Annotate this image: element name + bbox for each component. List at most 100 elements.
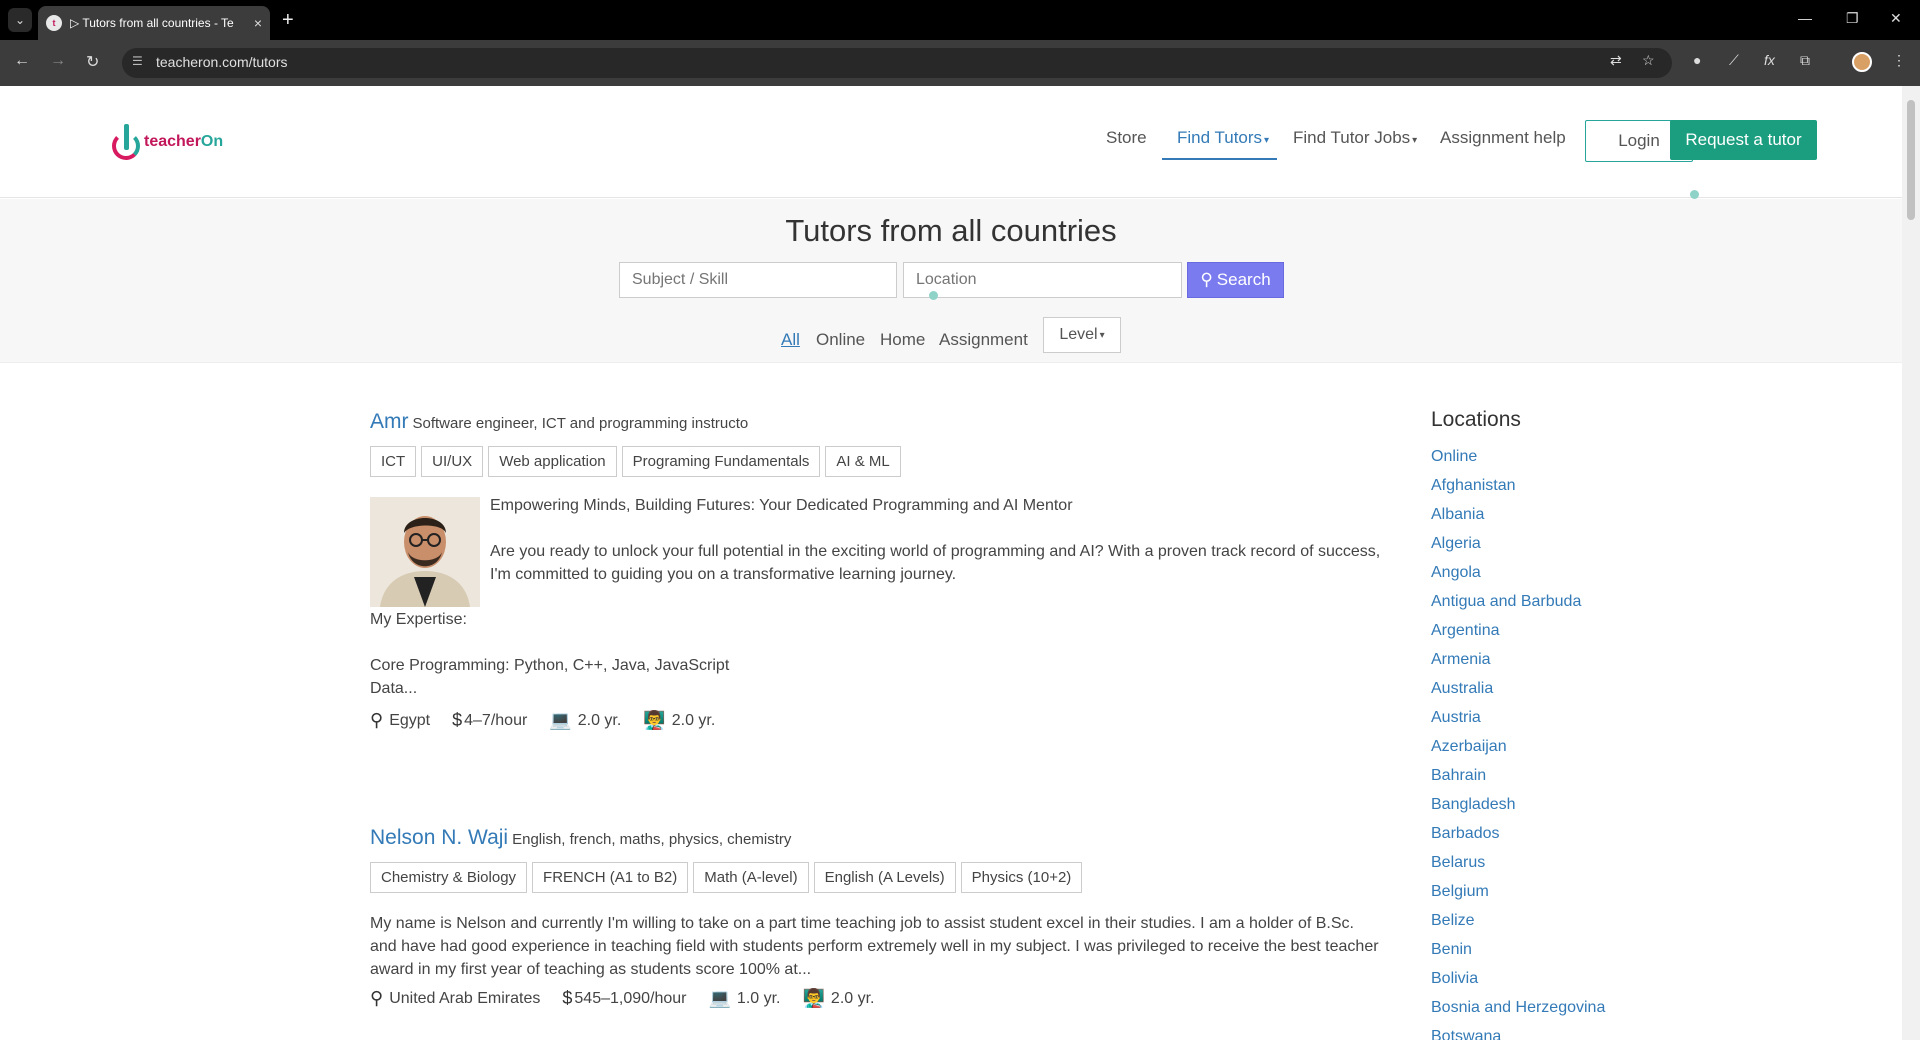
location-link[interactable]: Afghanistan [1431, 471, 1731, 500]
site-info-icon[interactable]: ☰ [132, 54, 143, 68]
filter-online[interactable]: Online [816, 330, 865, 350]
location-link[interactable]: Belgium [1431, 877, 1731, 906]
close-window-icon[interactable]: ✕ [1890, 10, 1902, 27]
tutor-headline: Software engineer, ICT and programming i… [412, 415, 749, 432]
menu-kebab-icon[interactable]: ⋮ [1892, 52, 1906, 69]
back-icon[interactable]: ← [14, 52, 30, 70]
location-link[interactable]: Angola [1431, 558, 1731, 587]
level-dropdown[interactable]: Level ▾ [1043, 317, 1121, 353]
teacher-board-icon: 👨‍🏫 [802, 988, 825, 1008]
location-link[interactable]: Algeria [1431, 529, 1731, 558]
location-input[interactable] [903, 262, 1182, 298]
location-link[interactable]: Albania [1431, 500, 1731, 529]
location-link[interactable]: Barbados [1431, 819, 1731, 848]
scrollbar-thumb[interactable] [1907, 100, 1915, 220]
restore-icon[interactable]: ❐ [1846, 10, 1859, 27]
locations-sidebar: Locations Online Afghanistan Albania Alg… [1431, 408, 1731, 1040]
location-link[interactable]: Austria [1431, 703, 1731, 732]
tab-search-icon[interactable]: ⌄ [8, 8, 32, 32]
subject-tag[interactable]: Chemistry & Biology [370, 862, 528, 893]
location-link[interactable]: Bahrain [1431, 761, 1731, 790]
location-link[interactable]: Bosnia and Herzegovina [1431, 993, 1731, 1022]
map-pin-icon: ⚲ [370, 988, 384, 1008]
formula-icon[interactable]: fx [1764, 52, 1775, 68]
subject-tag[interactable]: Programing Fundamentals [621, 446, 821, 477]
site-logo[interactable]: teacherOn [110, 122, 223, 162]
location-link[interactable]: Azerbaijan [1431, 732, 1731, 761]
subject-tag[interactable]: AI & ML [825, 446, 901, 477]
forward-icon[interactable]: → [50, 52, 66, 70]
nav-assignment-help[interactable]: Assignment help [1440, 128, 1566, 148]
tutor-intro: Empowering Minds, Building Futures: Your… [490, 497, 1073, 514]
page-title: Tutors from all countries [785, 213, 1117, 248]
subject-tag[interactable]: Math (A-level) [693, 862, 809, 893]
decor-dot [1690, 190, 1699, 199]
translate-icon[interactable]: ⇄ [1610, 52, 1622, 69]
nav-find-tutors[interactable]: Find Tutors ▾ [1177, 128, 1269, 148]
nav-find-tutor-jobs[interactable]: Find Tutor Jobs ▾ [1293, 128, 1417, 148]
tutor-headline: English, french, maths, physics, chemist… [512, 831, 792, 848]
tutor-rate: $545–1,090/hour [562, 988, 687, 1008]
tutor-photo[interactable] [370, 497, 480, 607]
page-viewport: teacherOn Store Find Tutors ▾ Find Tutor … [0, 86, 1902, 1040]
filter-assignment[interactable]: Assignment [939, 330, 1028, 350]
location-link[interactable]: Armenia [1431, 645, 1731, 674]
location-link[interactable]: Belize [1431, 906, 1731, 935]
page-scrollbar[interactable] [1902, 86, 1920, 1040]
tutor-location: ⚲ Egypt [370, 710, 431, 730]
teacher-board-icon: 👨‍🏫 [643, 710, 666, 730]
tutor-name-link[interactable]: Amr [370, 410, 409, 433]
tutor-heading: Nelson N. Waji English, french, maths, ph… [370, 826, 1385, 850]
location-link[interactable]: Benin [1431, 935, 1731, 964]
new-tab-icon[interactable]: + [282, 8, 294, 32]
bookmark-star-icon[interactable]: ☆ [1642, 52, 1655, 69]
sidebar-title: Locations [1431, 408, 1521, 431]
filter-home[interactable]: Home [880, 330, 925, 350]
location-link[interactable]: Botswana [1431, 1022, 1731, 1040]
subject-tag[interactable]: Web application [488, 446, 617, 477]
browser-tab[interactable]: t ▷ Tutors from all countries - Te × [38, 6, 270, 40]
location-link[interactable]: Antigua and Barbuda [1431, 587, 1731, 616]
online-experience: 💻 1.0 yr. [708, 988, 781, 1008]
laptop-icon: 💻 [708, 988, 731, 1008]
subject-tag[interactable]: Physics (10+2) [960, 862, 1083, 893]
tab-title: ▷ Tutors from all countries - Te [70, 16, 234, 30]
decor-dot [929, 291, 938, 300]
location-link[interactable]: Bangladesh [1431, 790, 1731, 819]
nav-store[interactable]: Store [1106, 128, 1147, 148]
location-link[interactable]: Bolivia [1431, 964, 1731, 993]
chevron-down-icon: ▾ [1264, 135, 1270, 146]
logo-mark-icon [110, 122, 142, 162]
request-tutor-button[interactable]: Request a tutor [1670, 120, 1817, 160]
search-hero: Tutors from all countries ⚲Search All On… [0, 190, 1902, 363]
tutor-more-text: Data... [370, 680, 418, 697]
tutor-rate: $4–7/hour [452, 710, 528, 730]
search-icon: ⚲ [1200, 270, 1213, 289]
site-favicon-icon: t [46, 15, 62, 31]
location-link[interactable]: Australia [1431, 674, 1731, 703]
location-link[interactable]: Belarus [1431, 848, 1731, 877]
search-button[interactable]: ⚲ Search [1187, 262, 1284, 298]
reload-icon[interactable]: ↻ [86, 52, 99, 72]
tab-close-icon[interactable]: × [254, 15, 262, 31]
dollar-icon: $ [562, 988, 573, 1008]
location-link[interactable]: Argentina [1431, 616, 1731, 645]
location-link[interactable]: Online [1431, 442, 1731, 471]
subject-tag[interactable]: English (A Levels) [813, 862, 956, 893]
extensions-puzzle-icon[interactable]: ⧉ [1800, 52, 1810, 69]
subject-tag[interactable]: FRENCH (A1 to B2) [532, 862, 689, 893]
pen-icon[interactable]: ⟋ [1729, 52, 1739, 69]
extension-icon[interactable]: ● [1693, 52, 1701, 68]
url-text[interactable]: teacheron.com/tutors [156, 54, 288, 70]
active-nav-underline [1162, 158, 1277, 160]
filter-all[interactable]: All [781, 330, 800, 350]
site-header: teacherOn Store Find Tutors ▾ Find Tutor … [0, 86, 1902, 198]
subject-tag[interactable]: UI/UX [421, 446, 484, 477]
omnibox[interactable] [122, 48, 1672, 78]
profile-avatar[interactable] [1852, 52, 1872, 72]
subject-input[interactable] [619, 262, 897, 298]
minimize-icon[interactable]: — [1798, 10, 1812, 26]
tutor-name-link[interactable]: Nelson N. Waji [370, 826, 508, 849]
tutor-meta: ⚲ United Arab Emirates $545–1,090/hour 💻 1… [370, 988, 897, 1009]
subject-tag[interactable]: ICT [370, 446, 417, 477]
